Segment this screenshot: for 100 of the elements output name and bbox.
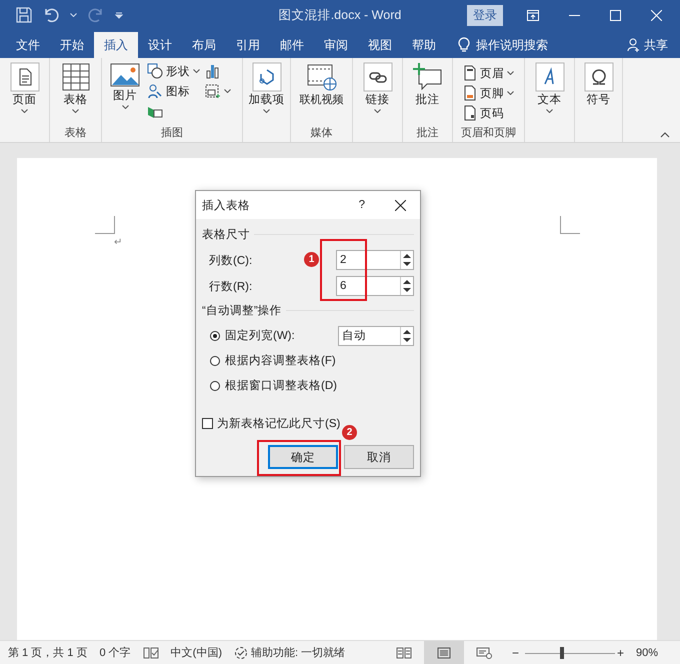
shapes-icon [147,63,163,79]
width-field[interactable]: 自动 [338,326,414,346]
header-icon [463,65,477,81]
word-count[interactable]: 0 个字 [99,645,131,660]
ribbon-tab[interactable]: 布局 [182,32,226,58]
checkbox[interactable] [202,418,213,429]
ribbon-button[interactable]: 加载项 [246,61,286,114]
number-field[interactable]: 2 [336,250,414,270]
group-label: 页眉和页脚 [461,126,516,141]
ribbon-tab[interactable]: 文件 [6,32,50,58]
picture-icon [110,62,140,88]
spin-buttons[interactable] [400,277,413,295]
screenshot-icon [205,83,221,99]
ribbon-button[interactable]: 联机视频 [298,61,346,108]
text-icon [534,62,564,92]
crop-mark [560,216,580,234]
dialog-button[interactable]: 确定 [268,445,338,469]
chart-icon [205,63,221,79]
help-button[interactable]: ? [358,199,365,211]
ribbon-tab[interactable]: 邮件 [270,32,314,58]
zoom-level[interactable]: 90% [636,646,658,658]
share-button[interactable]: 共享 [627,32,668,58]
spin-buttons[interactable] [400,326,413,344]
zoom-out-button[interactable]: − [512,646,519,660]
group-label: 插图 [161,126,183,141]
minimize-icon[interactable] [569,14,580,16]
read-mode-icon [396,646,412,658]
ribbon-tab[interactable]: 帮助 [402,32,446,58]
section-title: 表格尺寸 [202,228,250,242]
ribbon-button[interactable]: 图片 [105,61,145,121]
radio-button[interactable] [210,380,220,390]
dialog-title: 插入表格 [202,198,250,212]
ribbon-display-icon[interactable] [527,10,539,20]
zoom-in-button[interactable]: + [616,646,624,660]
group-label: 批注 [416,126,438,141]
ribbon-tab[interactable]: 开始 [50,32,94,58]
radio-option[interactable]: 根据内容调整表格(F) [210,353,336,368]
ribbon-button[interactable]: 形状 [147,61,203,81]
accessibility-status[interactable]: 辅助功能: 一切就绪 [234,645,346,660]
ribbon-tab[interactable]: 引用 [226,32,270,58]
page-icon [10,62,40,92]
lightbulb-icon[interactable] [458,36,470,52]
caret-icon[interactable] [70,13,77,17]
collapse-ribbon-icon[interactable] [660,132,670,138]
paragraph-mark: ↵ [114,237,122,248]
ribbon-button[interactable]: 表格 [58,61,92,114]
view-button[interactable] [424,641,464,664]
radio-button[interactable] [210,330,220,340]
section-title: “自动调整”操作 [202,304,282,318]
highlight-frame [320,239,367,301]
group-label: 表格 [64,126,86,141]
person-add-icon [627,38,641,52]
sign-in-button[interactable]: 登录 [467,4,503,26]
comment-icon [412,62,442,92]
zoom-slider[interactable] [524,646,615,660]
crop-mark [95,216,115,234]
footer-icon [463,85,477,101]
ribbon-button[interactable]: 页面 [8,61,42,114]
person-icon [147,83,163,99]
maximize-icon[interactable] [610,10,621,20]
ribbon-tab[interactable]: 插入 [94,32,138,58]
ribbon-button[interactable]: 页码 [463,103,504,123]
close-icon[interactable] [395,200,406,210]
ribbon-button[interactable]: 页脚 [463,83,514,103]
accessibility-icon [234,646,248,660]
tell-me-search[interactable]: 操作说明搜索 [476,32,548,58]
link-icon [362,62,392,92]
radio-button[interactable] [210,356,220,366]
page-number-icon [463,105,477,121]
group-label: 媒体 [310,126,332,141]
ribbon-button[interactable]: 页眉 [463,63,514,83]
step-badge: 1 [304,252,319,267]
number-field[interactable]: 6 [336,276,414,296]
field-label: 列数(C): [209,254,254,268]
ribbon-tab[interactable]: 设计 [138,32,182,58]
radio-option[interactable]: 根据窗口调整表格(D) [210,378,337,393]
table-icon [60,62,90,92]
proofing-icon[interactable] [142,646,159,658]
field-label: 行数(R): [209,280,254,294]
customize-icon[interactable] [115,12,123,18]
ribbon-button[interactable]: 链接 [360,61,394,114]
ribbon-button[interactable]: 批注 [410,61,444,108]
ribbon-button[interactable]: 符号 [582,61,616,108]
step-badge: 2 [342,425,357,440]
web-layout-icon [476,646,492,658]
dialog-button[interactable]: 取消 [344,445,414,469]
page-count[interactable]: 第 1 页，共 1 页 [8,645,88,660]
ribbon-tab[interactable]: 视图 [358,32,402,58]
radio-option[interactable]: 固定列宽(W): [210,328,295,343]
print-layout-icon [436,646,451,658]
ribbon-tab[interactable]: 审阅 [314,32,358,58]
save-icon[interactable] [16,7,32,23]
ribbon-button[interactable]: 图标 [147,81,203,101]
video-icon [306,62,338,92]
language[interactable]: 中文(中国) [170,645,222,660]
remember-size-checkbox[interactable]: 为新表格记忆此尺寸(S) [202,416,340,431]
zoom-slider-thumb[interactable] [560,646,564,658]
ribbon-button[interactable]: 文本 [532,61,566,114]
spin-buttons[interactable] [400,251,413,269]
omega-icon [584,62,614,92]
